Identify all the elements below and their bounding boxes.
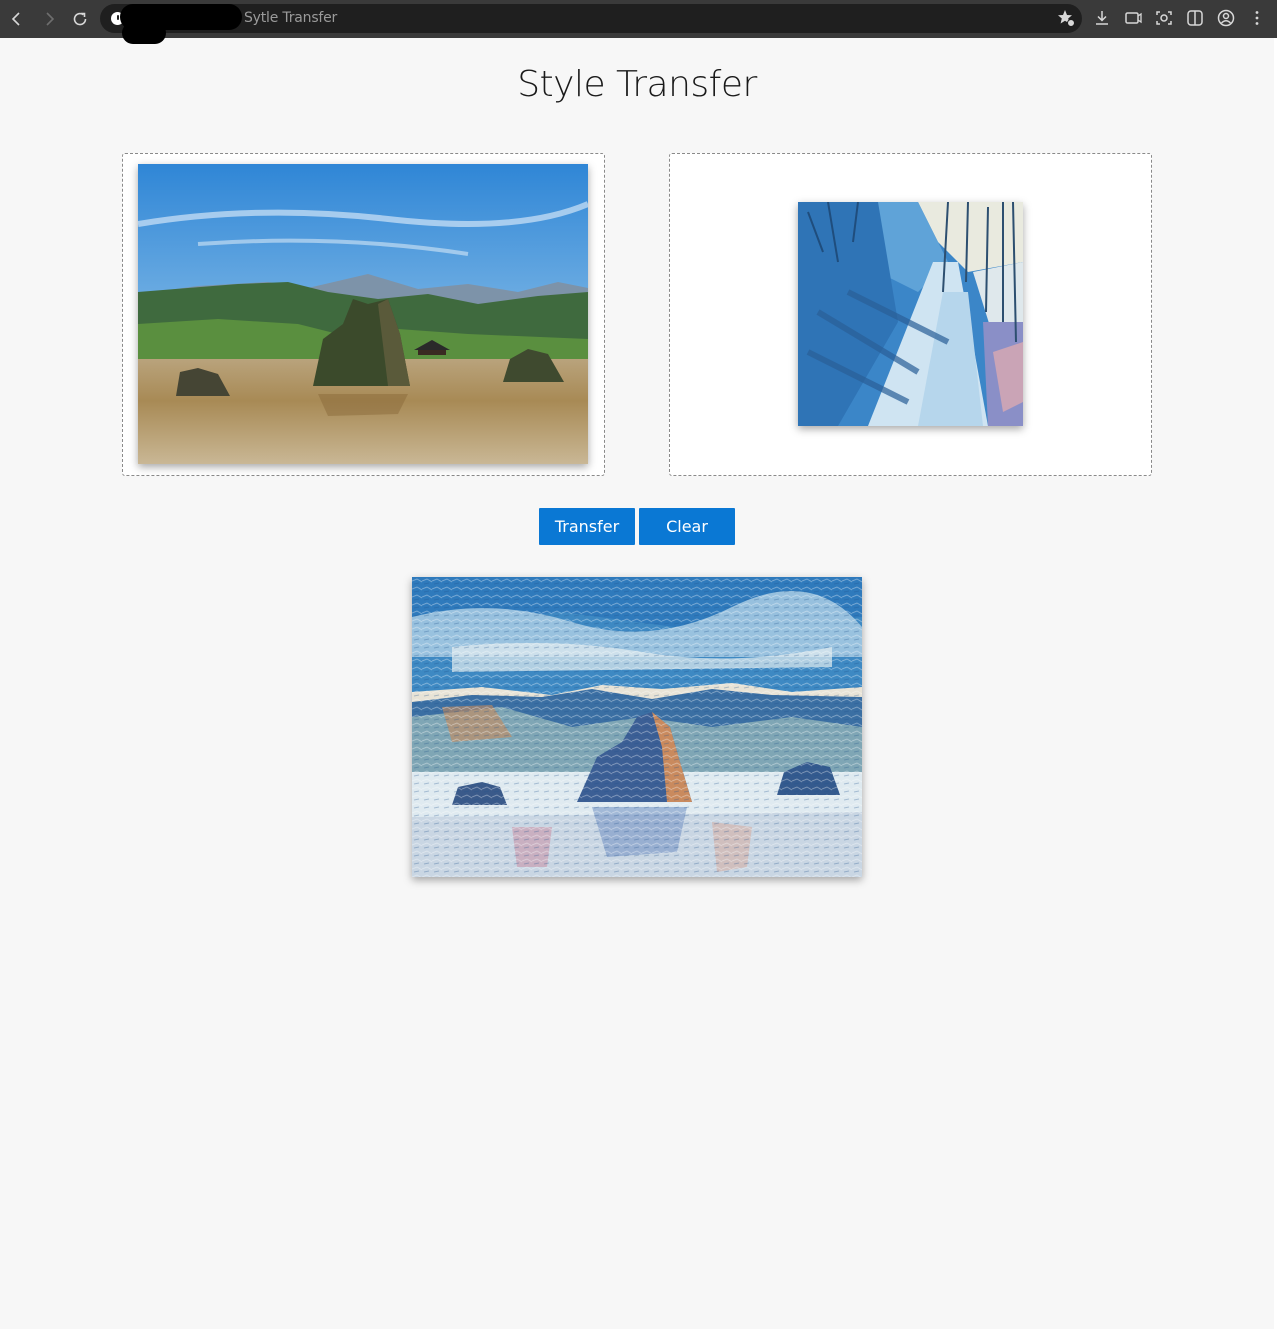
screenshot-icon[interactable]: [1154, 8, 1174, 28]
menu-dots-icon[interactable]: [1247, 8, 1267, 28]
forward-icon[interactable]: [37, 7, 61, 31]
style-image: [798, 202, 1023, 426]
page-title: Style Transfer: [517, 64, 757, 105]
result-image: [412, 577, 862, 877]
transfer-button[interactable]: Transfer: [539, 508, 635, 545]
address-bar[interactable]: Sytle Transfer: [100, 4, 1082, 44]
browser-toolbar: Sytle Transfer: [0, 0, 1277, 44]
clear-button[interactable]: Clear: [639, 508, 735, 545]
content-image-dropzone[interactable]: [122, 153, 605, 476]
download-icon[interactable]: [1092, 8, 1112, 28]
content-image: [138, 164, 588, 464]
style-image-dropzone[interactable]: [669, 153, 1152, 476]
reload-icon[interactable]: [68, 7, 92, 31]
profile-icon[interactable]: [1216, 8, 1236, 28]
capture-icon[interactable]: [1123, 8, 1143, 28]
split-view-icon[interactable]: [1185, 8, 1205, 28]
redacted-url-mark: [122, 22, 166, 44]
favorites-star-icon[interactable]: [1056, 8, 1076, 28]
back-icon[interactable]: [5, 7, 29, 31]
tab-title: Sytle Transfer: [244, 10, 338, 26]
